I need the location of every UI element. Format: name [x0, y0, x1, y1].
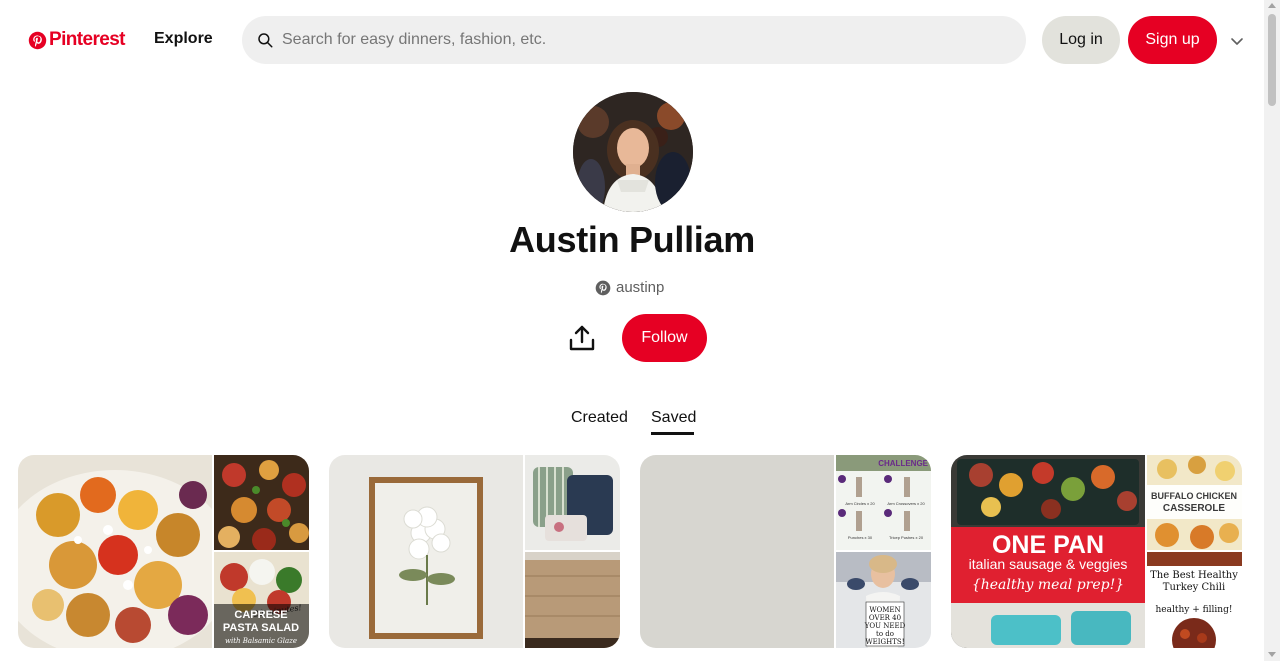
scroll-thumb[interactable]	[1268, 14, 1276, 106]
board-text: to do	[876, 630, 894, 638]
board-thumbnail	[214, 455, 309, 550]
board-text: ONE PAN	[992, 531, 1104, 559]
search-icon	[258, 33, 273, 48]
board-text: italian sausage & veggies	[969, 556, 1128, 572]
board-card[interactable]: CHALLENGE Arm Circles x 20 Arm Crossover…	[640, 455, 931, 648]
board-card[interactable]: 20 minutes! CAPRESE PASTA SALAD with Bal…	[18, 455, 309, 648]
board-text: WEIGHTS!	[865, 638, 904, 646]
board-thumbnail: 20 minutes! CAPRESE PASTA SALAD with Bal…	[214, 552, 309, 648]
board-cover-image	[640, 455, 834, 648]
board-card[interactable]	[329, 455, 620, 648]
board-text: OVER 40	[869, 614, 901, 622]
follow-button[interactable]: Follow	[622, 314, 707, 362]
top-nav: Pinterest Explore Log in Sign up	[0, 0, 1264, 80]
handle-text: austinp	[616, 279, 665, 296]
board-thumbnail: CHALLENGE Arm Circles x 20 Arm Crossover…	[836, 455, 931, 550]
signup-button[interactable]: Sign up	[1128, 16, 1217, 64]
board-thumbnail: WOMEN OVER 40 YOU NEED to do WEIGHTS!	[836, 552, 931, 648]
search-input[interactable]	[282, 31, 982, 49]
share-icon[interactable]	[566, 322, 598, 354]
board-text: CASSEROLE	[1163, 503, 1226, 514]
search-bar[interactable]	[242, 16, 1026, 64]
page-scrollbar[interactable]	[1264, 0, 1280, 661]
profile-handle: austinp	[595, 279, 664, 296]
board-text: WOMEN	[869, 606, 900, 614]
board-text: CHALLENGE	[878, 459, 928, 468]
login-button[interactable]: Log in	[1042, 16, 1120, 64]
board-text: YOU NEED	[864, 622, 906, 630]
board-cover-image	[329, 455, 523, 648]
board-text: Punches x 30	[848, 535, 873, 540]
board-text: with Balsamic Glaze	[225, 637, 297, 645]
pinterest-logo[interactable]: Pinterest	[28, 29, 126, 51]
scroll-down-arrow-icon[interactable]	[1268, 652, 1276, 657]
tab-saved[interactable]: Saved	[651, 409, 696, 427]
board-text: PASTA SALAD	[223, 622, 299, 634]
tab-created[interactable]: Created	[571, 409, 628, 427]
board-text: Arm Circles x 20	[845, 501, 875, 506]
board-cover-image: ONE PAN italian sausage & veggies {healt…	[951, 455, 1145, 648]
pinterest-small-icon	[595, 280, 611, 295]
logo-text: Pinterest	[49, 29, 126, 50]
board-thumbnail: BUFFALO CHICKEN CASSEROLE	[1147, 455, 1242, 550]
board-text: Tricep Pushes x 20	[889, 535, 924, 540]
board-text: CAPRESE	[234, 609, 287, 621]
board-text: {healthy meal prep!}	[972, 577, 1124, 593]
profile-name: Austin Pulliam	[509, 219, 755, 260]
scroll-up-arrow-icon[interactable]	[1268, 3, 1276, 8]
pinterest-logo-icon	[28, 31, 47, 49]
board-text: The Best Healthy	[1150, 570, 1238, 581]
board-text: Arm Crossovers x 20	[887, 501, 925, 506]
board-text: healthy + filling!	[1156, 605, 1233, 615]
board-card[interactable]: ONE PAN italian sausage & veggies {healt…	[951, 455, 1242, 648]
explore-link[interactable]: Explore	[154, 30, 213, 48]
board-thumbnail	[525, 552, 620, 648]
board-text: Turkey Chili	[1163, 582, 1225, 593]
chevron-down-icon[interactable]	[1229, 33, 1245, 49]
board-cover-image	[18, 455, 212, 648]
active-tab-indicator	[651, 432, 694, 435]
board-thumbnail	[525, 455, 620, 550]
avatar	[573, 92, 693, 212]
board-thumbnail: The Best Healthy Turkey Chili healthy + …	[1147, 552, 1242, 648]
board-text: BUFFALO CHICKEN	[1151, 491, 1237, 501]
